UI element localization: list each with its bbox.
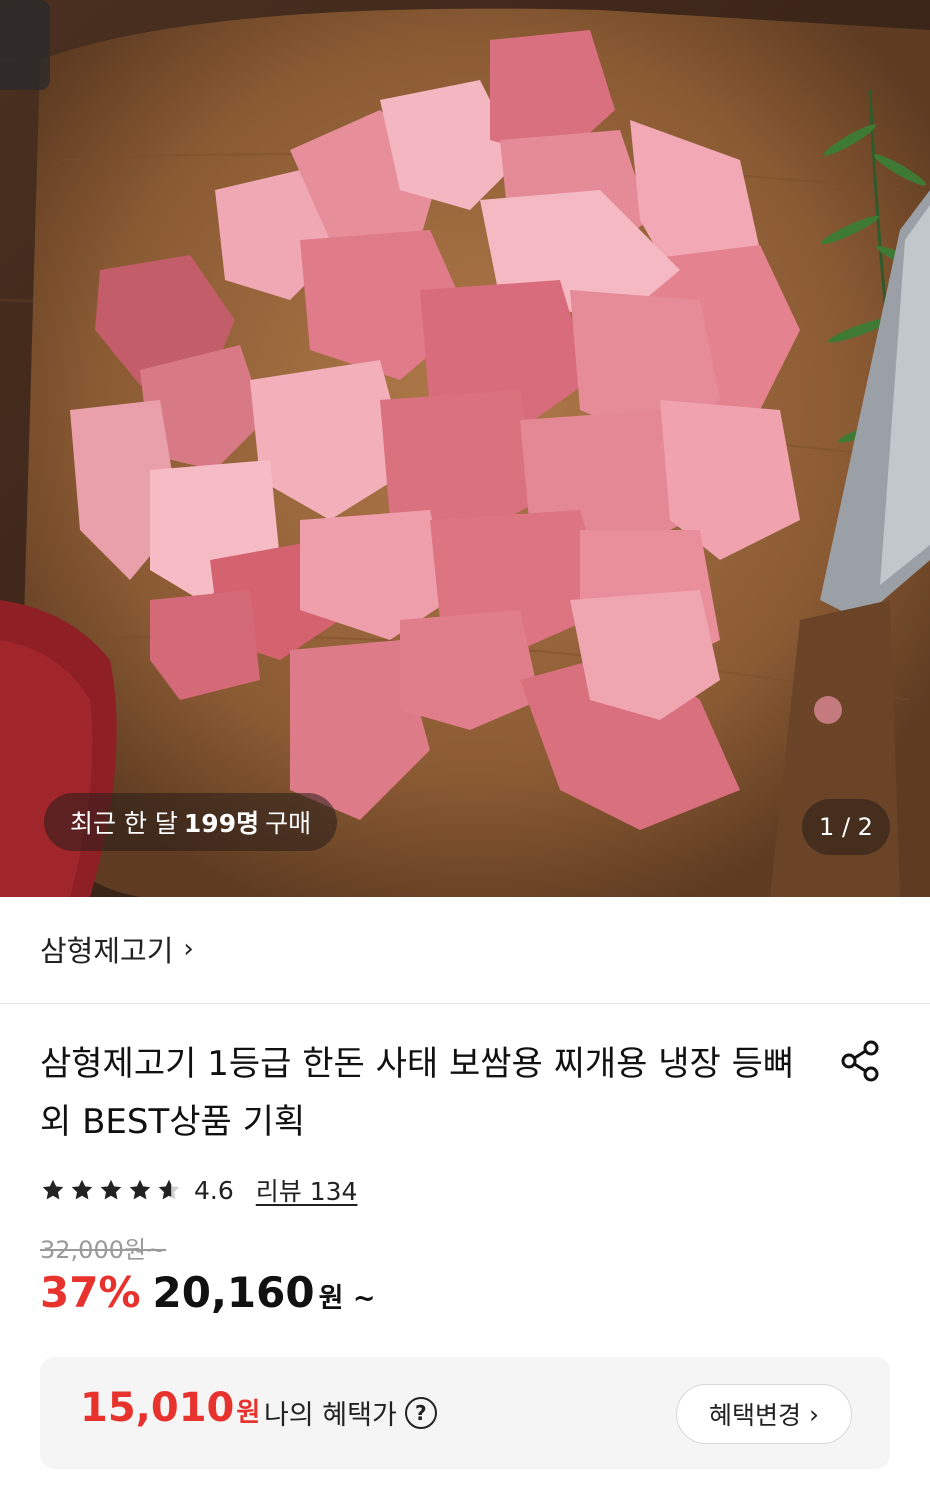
benefit-label-group: 나의 혜택가 ? [264, 1393, 437, 1432]
star-icon [129, 1179, 151, 1200]
sale-price: 20,160 [152, 1268, 315, 1317]
discount-rate: 37% [40, 1268, 141, 1317]
change-benefit-button[interactable]: 혜택변경 › [676, 1384, 852, 1444]
benefit-label: 나의 혜택가 [264, 1400, 397, 1431]
benefit-price: 15,010 원 [80, 1385, 260, 1431]
recent-suffix: 구매 [265, 809, 312, 838]
section-divider [0, 1003, 930, 1004]
benefit-price-value: 15,010 [80, 1385, 235, 1431]
product-photo [0, 0, 930, 897]
star-icon [71, 1179, 93, 1200]
star-icon [42, 1179, 64, 1200]
benefit-price-box: 15,010 원 나의 혜택가 ? 혜택변경 › [40, 1357, 890, 1469]
product-title: 삼형제고기 1등급 한돈 사태 보쌈용 찌개용 냉장 등뼈 외 BEST상품 기… [40, 1044, 795, 1142]
share-icon [841, 1040, 879, 1082]
rating-stars [40, 1177, 182, 1203]
rating-row: 4.6 리뷰 134 [40, 1170, 357, 1210]
image-counter: 1 / 2 [802, 799, 890, 855]
question-circle-icon[interactable]: ? [404, 1396, 437, 1429]
star-icon [100, 1179, 122, 1200]
brand-name: 삼형제고기 [40, 934, 174, 968]
chevron-right-icon: › [183, 934, 194, 964]
rating-value: 4.6 [194, 1175, 234, 1205]
product-image-carousel[interactable]: 최근 한 달 199명 구매 1 / 2 [0, 0, 930, 897]
star-half-icon [158, 1179, 180, 1200]
original-price: 32,000원~ [40, 1236, 167, 1264]
recent-purchase-badge: 최근 한 달 199명 구매 [44, 793, 338, 851]
review-link[interactable]: 리뷰 134 [256, 1172, 358, 1208]
benefit-price-currency: 원 [236, 1398, 261, 1428]
change-benefit-label: 혜택변경 [708, 1401, 801, 1430]
sale-price-suffix: 원 ~ [318, 1283, 376, 1314]
recent-prefix: 최근 한 달 [70, 809, 178, 838]
share-button[interactable] [836, 1036, 886, 1086]
chevron-right-icon: › [809, 1399, 819, 1429]
price-row: 37% 20,160 원 ~ [40, 1268, 375, 1328]
recent-count: 199명 [183, 809, 260, 838]
brand-link[interactable]: 삼형제고기 › [40, 922, 194, 976]
